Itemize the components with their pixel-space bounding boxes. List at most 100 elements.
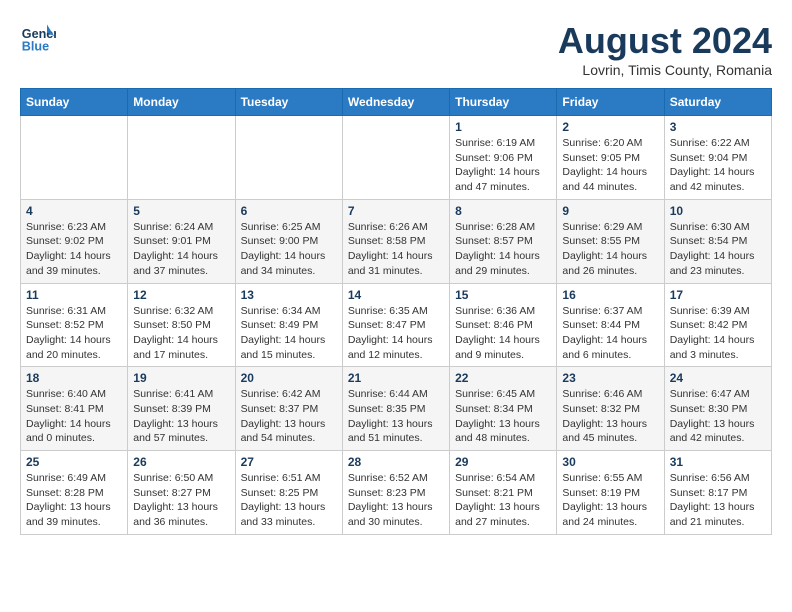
day-number: 25: [26, 455, 122, 469]
location-subtitle: Lovrin, Timis County, Romania: [558, 62, 772, 78]
day-number: 4: [26, 204, 122, 218]
calendar-table: SundayMondayTuesdayWednesdayThursdayFrid…: [20, 88, 772, 535]
day-info: Sunrise: 6:25 AM Sunset: 9:00 PM Dayligh…: [241, 220, 337, 279]
day-number: 26: [133, 455, 229, 469]
day-info: Sunrise: 6:49 AM Sunset: 8:28 PM Dayligh…: [26, 471, 122, 530]
day-info: Sunrise: 6:22 AM Sunset: 9:04 PM Dayligh…: [670, 136, 766, 195]
day-number: 11: [26, 288, 122, 302]
calendar-cell: 14 Sunrise: 6:35 AM Sunset: 8:47 PM Dayli…: [342, 283, 449, 367]
day-number: 31: [670, 455, 766, 469]
day-number: 28: [348, 455, 444, 469]
day-info: Sunrise: 6:35 AM Sunset: 8:47 PM Dayligh…: [348, 304, 444, 363]
day-info: Sunrise: 6:19 AM Sunset: 9:06 PM Dayligh…: [455, 136, 551, 195]
logo: General Blue: [20, 20, 56, 56]
calendar-cell: 23 Sunrise: 6:46 AM Sunset: 8:32 PM Dayli…: [557, 367, 664, 451]
day-info: Sunrise: 6:54 AM Sunset: 8:21 PM Dayligh…: [455, 471, 551, 530]
day-number: 17: [670, 288, 766, 302]
calendar-cell: 10Sunrise: 6:30 AM Sunset: 8:54 PM Dayli…: [664, 199, 771, 283]
day-info: Sunrise: 6:51 AM Sunset: 8:25 PM Dayligh…: [241, 471, 337, 530]
day-number: 18: [26, 371, 122, 385]
weekday-header-thursday: Thursday: [450, 89, 557, 116]
calendar-cell: 6 Sunrise: 6:25 AM Sunset: 9:00 PM Daylig…: [235, 199, 342, 283]
day-number: 5: [133, 204, 229, 218]
calendar-cell: 9 Sunrise: 6:29 AM Sunset: 8:55 PM Daylig…: [557, 199, 664, 283]
calendar-cell: 29 Sunrise: 6:54 AM Sunset: 8:21 PM Dayli…: [450, 451, 557, 535]
day-number: 7: [348, 204, 444, 218]
day-number: 19: [133, 371, 229, 385]
day-info: Sunrise: 6:45 AM Sunset: 8:34 PM Dayligh…: [455, 387, 551, 446]
day-info: Sunrise: 6:30 AM Sunset: 8:54 PM Dayligh…: [670, 220, 766, 279]
calendar-cell: 4 Sunrise: 6:23 AM Sunset: 9:02 PM Daylig…: [21, 199, 128, 283]
weekday-header-sunday: Sunday: [21, 89, 128, 116]
calendar-cell: 16 Sunrise: 6:37 AM Sunset: 8:44 PM Dayli…: [557, 283, 664, 367]
day-info: Sunrise: 6:23 AM Sunset: 9:02 PM Dayligh…: [26, 220, 122, 279]
day-info: Sunrise: 6:36 AM Sunset: 8:46 PM Dayligh…: [455, 304, 551, 363]
day-info: Sunrise: 6:41 AM Sunset: 8:39 PM Dayligh…: [133, 387, 229, 446]
weekday-header-saturday: Saturday: [664, 89, 771, 116]
day-info: Sunrise: 6:44 AM Sunset: 8:35 PM Dayligh…: [348, 387, 444, 446]
day-number: 21: [348, 371, 444, 385]
logo-icon: General Blue: [20, 20, 56, 56]
day-info: Sunrise: 6:29 AM Sunset: 8:55 PM Dayligh…: [562, 220, 658, 279]
day-number: 9: [562, 204, 658, 218]
calendar-cell: 22 Sunrise: 6:45 AM Sunset: 8:34 PM Dayli…: [450, 367, 557, 451]
calendar-cell: 30 Sunrise: 6:55 AM Sunset: 8:19 PM Dayli…: [557, 451, 664, 535]
day-info: Sunrise: 6:50 AM Sunset: 8:27 PM Dayligh…: [133, 471, 229, 530]
calendar-cell: 21 Sunrise: 6:44 AM Sunset: 8:35 PM Dayli…: [342, 367, 449, 451]
day-info: Sunrise: 6:46 AM Sunset: 8:32 PM Dayligh…: [562, 387, 658, 446]
calendar-cell: [342, 116, 449, 200]
calendar-cell: 24Sunrise: 6:47 AM Sunset: 8:30 PM Dayli…: [664, 367, 771, 451]
day-info: Sunrise: 6:42 AM Sunset: 8:37 PM Dayligh…: [241, 387, 337, 446]
day-info: Sunrise: 6:20 AM Sunset: 9:05 PM Dayligh…: [562, 136, 658, 195]
calendar-cell: 26 Sunrise: 6:50 AM Sunset: 8:27 PM Dayli…: [128, 451, 235, 535]
calendar-cell: [235, 116, 342, 200]
day-info: Sunrise: 6:52 AM Sunset: 8:23 PM Dayligh…: [348, 471, 444, 530]
day-number: 13: [241, 288, 337, 302]
day-info: Sunrise: 6:55 AM Sunset: 8:19 PM Dayligh…: [562, 471, 658, 530]
calendar-cell: 3Sunrise: 6:22 AM Sunset: 9:04 PM Daylig…: [664, 116, 771, 200]
day-number: 6: [241, 204, 337, 218]
weekday-header-monday: Monday: [128, 89, 235, 116]
day-number: 14: [348, 288, 444, 302]
calendar-cell: 8 Sunrise: 6:28 AM Sunset: 8:57 PM Daylig…: [450, 199, 557, 283]
day-number: 29: [455, 455, 551, 469]
day-info: Sunrise: 6:40 AM Sunset: 8:41 PM Dayligh…: [26, 387, 122, 446]
day-number: 24: [670, 371, 766, 385]
calendar-cell: 31 Sunrise: 6:56 AM Sunset: 8:17 PM Dayli…: [664, 451, 771, 535]
day-info: Sunrise: 6:37 AM Sunset: 8:44 PM Dayligh…: [562, 304, 658, 363]
day-number: 27: [241, 455, 337, 469]
calendar-cell: [21, 116, 128, 200]
weekday-header-wednesday: Wednesday: [342, 89, 449, 116]
day-number: 20: [241, 371, 337, 385]
day-info: Sunrise: 6:24 AM Sunset: 9:01 PM Dayligh…: [133, 220, 229, 279]
day-number: 16: [562, 288, 658, 302]
day-info: Sunrise: 6:56 AM Sunset: 8:17 PM Dayligh…: [670, 471, 766, 530]
weekday-header-friday: Friday: [557, 89, 664, 116]
day-number: 22: [455, 371, 551, 385]
svg-text:Blue: Blue: [22, 40, 49, 54]
calendar-cell: 17 Sunrise: 6:39 AM Sunset: 8:42 PM Dayli…: [664, 283, 771, 367]
calendar-cell: 27 Sunrise: 6:51 AM Sunset: 8:25 PM Dayli…: [235, 451, 342, 535]
day-number: 8: [455, 204, 551, 218]
calendar-cell: 15 Sunrise: 6:36 AM Sunset: 8:46 PM Dayli…: [450, 283, 557, 367]
day-number: 30: [562, 455, 658, 469]
calendar-cell: 1 Sunrise: 6:19 AM Sunset: 9:06 PM Daylig…: [450, 116, 557, 200]
day-info: Sunrise: 6:34 AM Sunset: 8:49 PM Dayligh…: [241, 304, 337, 363]
calendar-cell: 25 Sunrise: 6:49 AM Sunset: 8:28 PM Dayli…: [21, 451, 128, 535]
calendar-cell: 11Sunrise: 6:31 AM Sunset: 8:52 PM Dayli…: [21, 283, 128, 367]
weekday-header-tuesday: Tuesday: [235, 89, 342, 116]
calendar-cell: 28 Sunrise: 6:52 AM Sunset: 8:23 PM Dayli…: [342, 451, 449, 535]
calendar-cell: [128, 116, 235, 200]
day-info: Sunrise: 6:28 AM Sunset: 8:57 PM Dayligh…: [455, 220, 551, 279]
calendar-cell: 19 Sunrise: 6:41 AM Sunset: 8:39 PM Dayli…: [128, 367, 235, 451]
day-info: Sunrise: 6:39 AM Sunset: 8:42 PM Dayligh…: [670, 304, 766, 363]
month-title: August 2024: [558, 20, 772, 62]
day-number: 15: [455, 288, 551, 302]
day-number: 23: [562, 371, 658, 385]
calendar-cell: 13 Sunrise: 6:34 AM Sunset: 8:49 PM Dayli…: [235, 283, 342, 367]
day-number: 2: [562, 120, 658, 134]
day-number: 1: [455, 120, 551, 134]
calendar-cell: 20 Sunrise: 6:42 AM Sunset: 8:37 PM Dayli…: [235, 367, 342, 451]
title-area: August 2024 Lovrin, Timis County, Romani…: [558, 20, 772, 78]
day-number: 12: [133, 288, 229, 302]
